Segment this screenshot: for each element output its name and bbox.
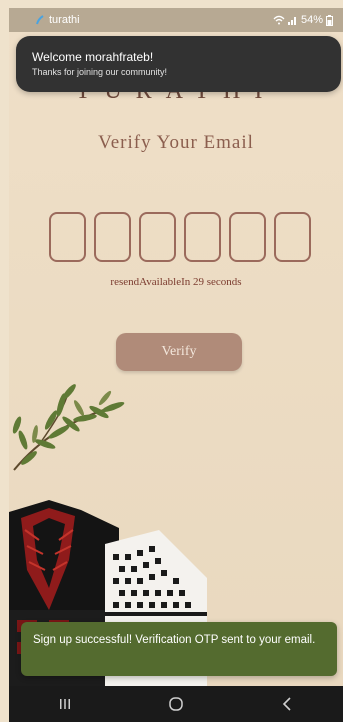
status-bar: turathi 54% — [9, 8, 343, 32]
otp-digit-input[interactable] — [184, 212, 221, 262]
resend-countdown: resendAvailableIn 29 seconds — [110, 276, 242, 288]
otp-digit-input[interactable] — [139, 212, 176, 262]
otp-digit-input[interactable] — [229, 212, 266, 262]
olive-branch-image — [12, 384, 125, 471]
otp-input-row — [49, 212, 311, 262]
signup-success-message: Sign up successful! Verification OTP sen… — [33, 634, 316, 646]
home-button[interactable] — [156, 689, 196, 719]
wifi-icon — [273, 15, 285, 25]
home-icon — [169, 697, 183, 711]
otp-digit-input[interactable] — [49, 212, 86, 262]
welcome-notification[interactable]: Welcome morahfrateb! Thanks for joining … — [16, 36, 341, 92]
verify-button-label: Verify — [161, 344, 197, 359]
status-left: turathi — [35, 14, 80, 26]
system-nav-bar — [9, 686, 343, 722]
welcome-notification-title: Welcome morahfrateb! — [32, 50, 154, 64]
battery-percent: 54% — [300, 14, 323, 26]
back-icon — [283, 697, 291, 711]
status-app-name: turathi — [49, 14, 80, 26]
back-button[interactable] — [267, 689, 307, 719]
page-title: Verify Your Email — [98, 132, 254, 153]
recents-button[interactable] — [45, 689, 85, 719]
signal-icon — [287, 17, 296, 25]
welcome-notification-subtitle: Thanks for joining our community! — [32, 67, 168, 77]
recents-icon — [59, 699, 70, 709]
signup-success-snackbar: Sign up successful! Verification OTP sen… — [21, 622, 337, 676]
status-right: 54% — [273, 14, 333, 26]
turathi-app-icon — [36, 15, 44, 25]
battery-icon — [326, 14, 333, 26]
otp-digit-input[interactable] — [94, 212, 131, 262]
verify-button[interactable]: Verify — [116, 333, 242, 371]
otp-digit-input[interactable] — [274, 212, 311, 262]
